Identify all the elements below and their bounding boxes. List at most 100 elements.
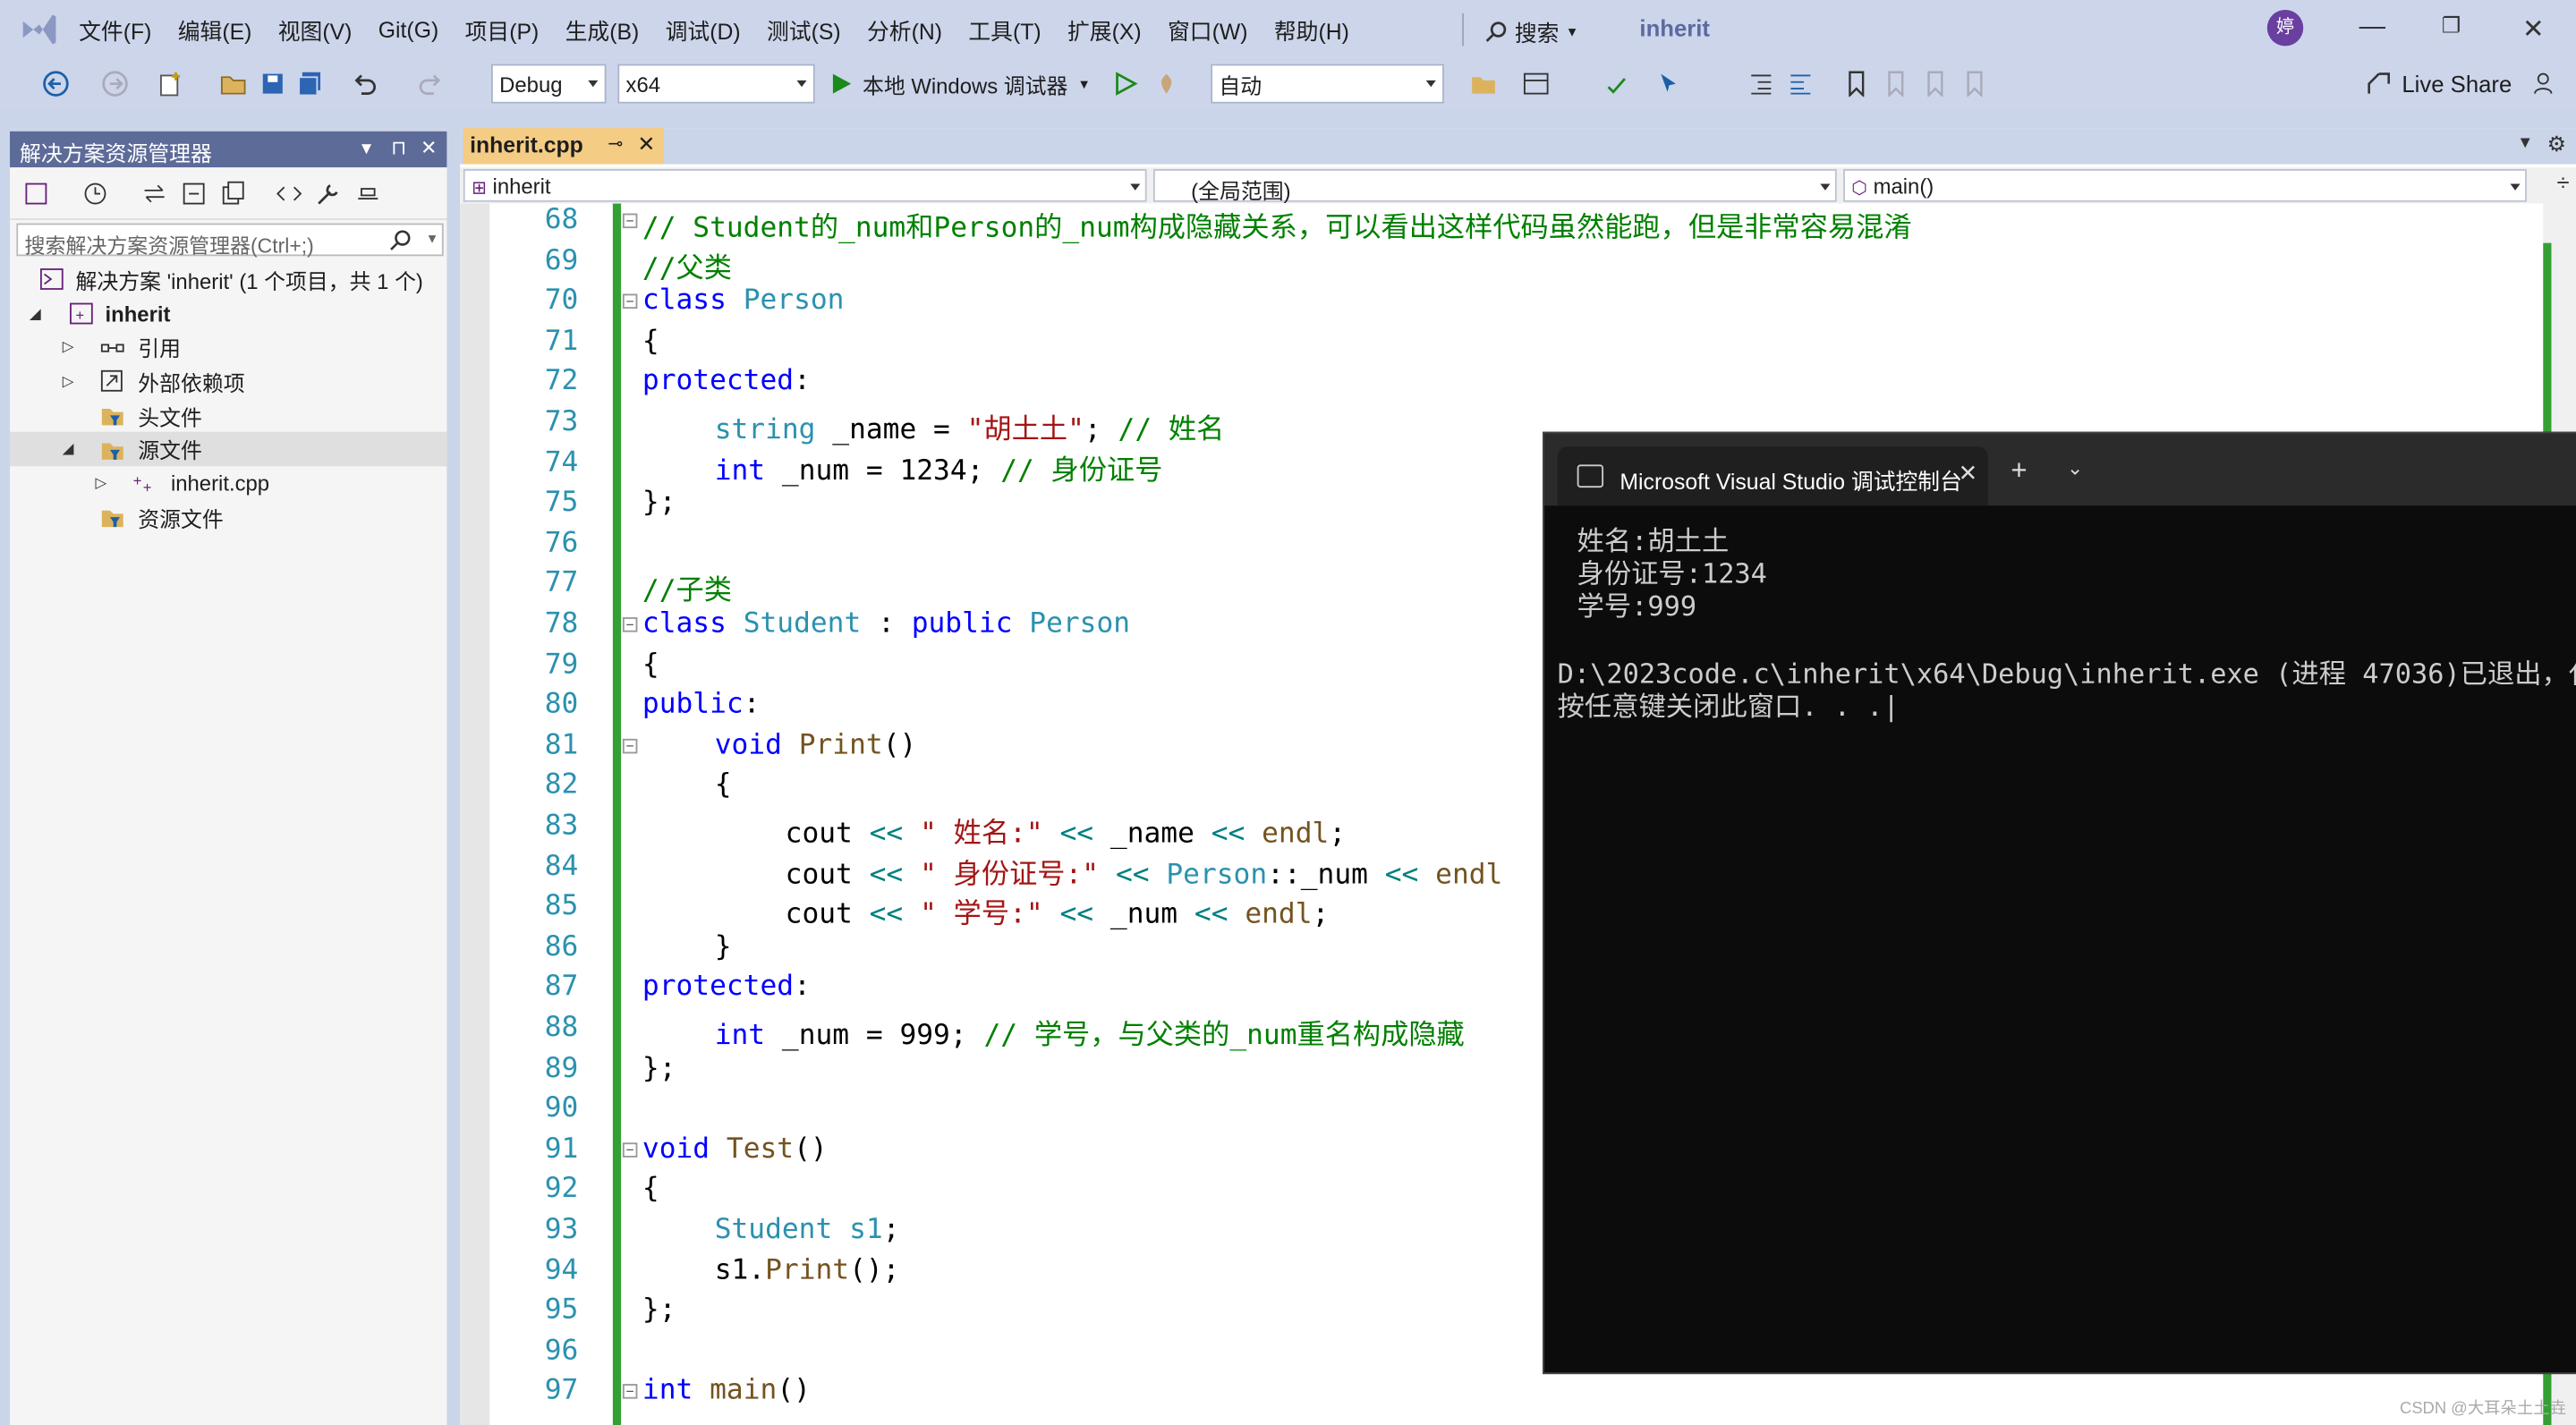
properties-wrench-icon[interactable]	[316, 181, 342, 207]
chevron-down-icon[interactable]: ▼	[2517, 134, 2533, 152]
menu-tools[interactable]: 工具(T)	[956, 13, 1055, 47]
member-dropdown[interactable]: ⬡ main()	[1843, 169, 2527, 202]
new-project-icon[interactable]	[157, 71, 183, 97]
code-text: };	[642, 1051, 676, 1085]
line-number: 93	[544, 1213, 579, 1246]
menu-help[interactable]: 帮助(H)	[1261, 13, 1362, 47]
start-debugging-button[interactable]: 本地 Windows 调试器 ▼	[829, 65, 1091, 101]
collapsed-arrow-icon[interactable]: ▷	[63, 338, 74, 356]
collapse-icon[interactable]: −	[622, 213, 638, 229]
tree-item-references[interactable]: ▷ 引用	[10, 331, 446, 365]
menu-view[interactable]: 视图(V)	[265, 13, 365, 47]
save-all-icon[interactable]	[297, 71, 323, 97]
pin-icon[interactable]: ⊓	[391, 136, 406, 159]
switch-views-icon[interactable]	[23, 181, 49, 207]
tree-item-label: inherit.cpp	[170, 471, 270, 496]
feedback-icon[interactable]	[2533, 71, 2559, 97]
configuration-dropdown[interactable]: Debug	[490, 64, 607, 104]
bookmark-icon[interactable]	[1843, 71, 1869, 98]
menu-file[interactable]: 文件(F)	[65, 13, 165, 47]
menu-build[interactable]: 生成(B)	[552, 13, 652, 47]
undo-icon[interactable]	[352, 71, 378, 97]
platform-dropdown[interactable]: x64	[617, 64, 815, 104]
debug-console-window: Microsoft Visual Studio 调试控制台 ✕ + ⌄ 姓名:胡…	[1543, 431, 2576, 1375]
menu-analyze[interactable]: 分析(N)	[854, 13, 955, 47]
clear-bookmarks-icon[interactable]	[1961, 71, 1987, 98]
tree-item-solution[interactable]: 解决方案 'inherit' (1 个项目，共 1 个)	[10, 263, 446, 297]
collapsed-arrow-icon[interactable]: ▷	[63, 372, 74, 390]
spell-check-icon[interactable]	[1603, 71, 1629, 97]
tree-item-header-files[interactable]: 头文件	[10, 399, 446, 433]
solution-explorer-search-input[interactable]: 搜索解决方案资源管理器(Ctrl+;) ▼	[16, 223, 444, 258]
chevron-down-icon[interactable]: ▼	[426, 232, 439, 247]
code-view-icon[interactable]	[276, 181, 302, 207]
select-icon[interactable]	[1656, 71, 1682, 97]
menu-window[interactable]: 窗口(W)	[1154, 13, 1261, 47]
collapse-icon[interactable]: −	[622, 293, 638, 310]
expanded-arrow-icon[interactable]: ◢	[63, 440, 74, 458]
open-folder-icon[interactable]	[220, 71, 246, 97]
scope-dropdown[interactable]: (全局范围)	[1152, 169, 1837, 204]
gear-icon[interactable]: ⚙	[2547, 131, 2566, 157]
svg-text:+: +	[143, 479, 152, 495]
live-share-button[interactable]: Live Share	[2366, 65, 2512, 101]
tree-item-source-files[interactable]: ◢ 源文件	[10, 432, 447, 467]
tree-item-inherit-cpp[interactable]: ▷ + + inherit.cpp	[10, 466, 446, 500]
menu-edit[interactable]: 编辑(E)	[165, 13, 265, 47]
tree-item-resource-files[interactable]: 资源文件	[10, 500, 446, 534]
menu-test[interactable]: 测试(S)	[753, 13, 854, 47]
menu-debug[interactable]: 调试(D)	[652, 13, 753, 47]
project-dropdown[interactable]: ⊞ inherit	[463, 169, 1147, 202]
menu-git[interactable]: Git(G)	[365, 17, 452, 42]
previous-bookmark-icon[interactable]	[1883, 71, 1909, 98]
search-icon[interactable]	[389, 228, 412, 251]
collapse-icon[interactable]: −	[622, 1141, 638, 1158]
tree-item-label: 源文件	[138, 438, 202, 464]
avatar[interactable]: 婷	[2266, 10, 2304, 47]
menu-extensions[interactable]: 扩展(X)	[1054, 13, 1154, 47]
pin-icon[interactable]: ⊸	[608, 133, 623, 154]
show-all-files-icon[interactable]	[220, 181, 246, 207]
history-icon[interactable]	[82, 181, 108, 207]
code-text: //子类	[642, 575, 732, 608]
redo-icon[interactable]	[417, 71, 443, 97]
close-icon[interactable]: ✕	[637, 131, 655, 157]
split-editor-icon[interactable]: ÷	[2557, 169, 2570, 195]
hot-reload-icon[interactable]	[1153, 71, 1179, 97]
collapse-icon[interactable]: −	[622, 738, 638, 754]
navigation-bar: ⊞ inherit (全局范围) ⬡ main() ÷	[460, 167, 2576, 204]
console-tab[interactable]: Microsoft Visual Studio 调试控制台	[1557, 446, 1988, 506]
tree-item-external-dependencies[interactable]: ▷ 外部依赖项	[10, 365, 446, 399]
search-button[interactable]: 搜索 ▼	[1485, 15, 1578, 48]
indent-icon[interactable]	[1748, 71, 1774, 97]
save-icon[interactable]	[259, 71, 285, 97]
stack-frame-dropdown[interactable]: 自动	[1211, 64, 1444, 104]
close-icon[interactable]: ✕	[1959, 460, 1978, 488]
collapse-all-icon[interactable]	[181, 181, 207, 207]
restore-icon[interactable]: ❐	[2435, 13, 2468, 39]
outdent-icon[interactable]	[1788, 71, 1814, 97]
collapse-icon[interactable]: −	[622, 1384, 638, 1400]
next-bookmark-icon[interactable]	[1922, 71, 1948, 98]
solution-folder-icon[interactable]	[1470, 71, 1496, 97]
menu-project[interactable]: 项目(P)	[452, 13, 552, 47]
chevron-down-icon[interactable]: ⌄	[2067, 456, 2083, 479]
collapse-icon[interactable]: −	[622, 617, 638, 632]
search-label: 搜索	[1514, 21, 1560, 47]
preview-icon[interactable]	[355, 181, 381, 207]
layout-icon[interactable]	[1523, 71, 1549, 97]
solution-tree: 解决方案 'inherit' (1 个项目，共 1 个) ◢ + inherit…	[10, 263, 447, 535]
new-tab-icon[interactable]: +	[2011, 454, 2027, 488]
close-icon[interactable]: ✕	[2517, 13, 2550, 47]
chevron-down-icon[interactable]: ▾	[361, 136, 371, 159]
start-without-debugging-icon[interactable]	[1112, 71, 1138, 97]
expanded-arrow-icon[interactable]: ◢	[30, 304, 41, 322]
minimize-icon[interactable]: —	[2356, 13, 2389, 43]
forward-icon[interactable]	[102, 71, 128, 97]
sync-icon[interactable]	[141, 181, 167, 207]
tree-item-project[interactable]: ◢ + inherit	[10, 297, 446, 331]
tab-inherit-cpp[interactable]: inherit.cpp ⊸ ✕	[463, 128, 664, 165]
back-icon[interactable]	[43, 71, 69, 97]
collapsed-arrow-icon[interactable]: ▷	[95, 474, 106, 492]
close-icon[interactable]: ✕	[421, 136, 437, 159]
